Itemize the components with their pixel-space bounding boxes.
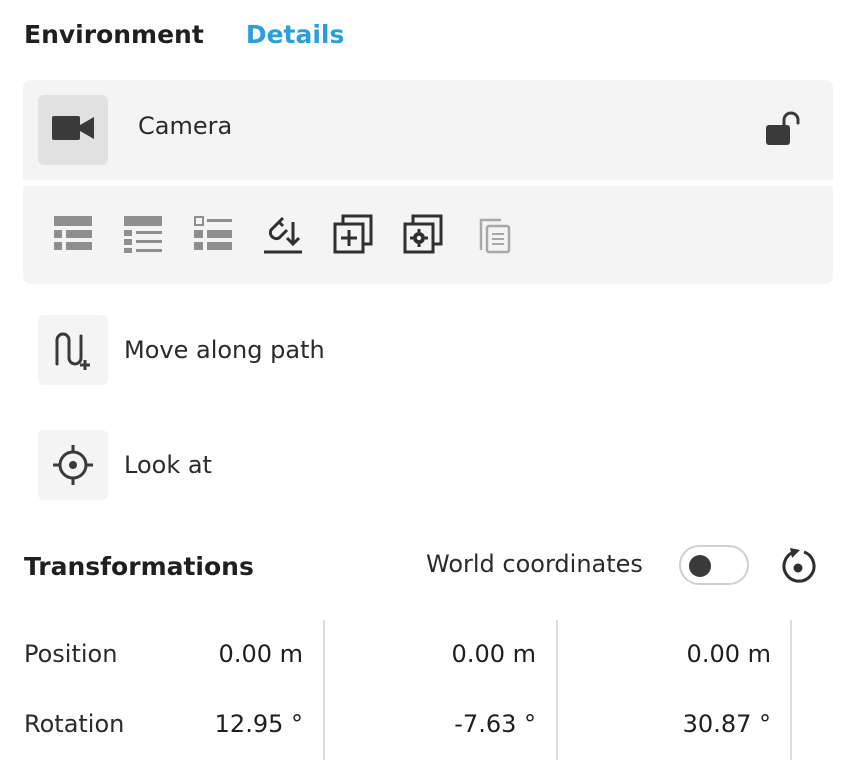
list-detail-icon[interactable] [121,212,165,256]
duplicate-add-icon[interactable] [331,212,375,256]
tab-details[interactable]: Details [246,20,345,49]
move-along-path-label: Move along path [124,336,325,364]
column-divider [790,620,792,760]
toggle-knob [689,555,711,577]
path-add-icon [38,315,108,385]
object-header-card: Camera [23,80,833,180]
world-coordinates-label: World coordinates [426,550,643,578]
target-icon [38,430,108,500]
column-divider [556,620,558,760]
transformations-title: Transformations [24,552,254,581]
list-view-icon[interactable] [51,212,95,256]
rotation-z-value[interactable]: 30.87 ° [571,710,771,738]
look-at-label: Look at [124,451,212,479]
object-toolbar [23,186,833,284]
rotation-y-value[interactable]: -7.63 ° [336,710,536,738]
position-x-value[interactable]: 0.00 m [103,640,303,668]
reset-transform-icon[interactable] [777,545,819,587]
duplicate-settings-icon[interactable] [401,212,445,256]
position-y-value[interactable]: 0.00 m [336,640,536,668]
column-divider [323,620,325,760]
unlock-icon[interactable] [763,110,803,150]
object-type-button[interactable] [38,95,108,165]
move-along-path-action[interactable]: Move along path [38,315,325,385]
tab-environment[interactable]: Environment [24,20,204,49]
object-name: Camera [138,112,233,140]
magnet-snap-icon[interactable] [261,212,305,256]
list-checkbox-icon[interactable] [191,212,235,256]
position-z-value[interactable]: 0.00 m [571,640,771,668]
look-at-action[interactable]: Look at [38,430,212,500]
rotation-x-value[interactable]: 12.95 ° [103,710,303,738]
paste-icon[interactable] [471,212,515,256]
tab-bar: Environment Details [24,16,344,52]
video-camera-icon [52,114,94,146]
world-coordinates-toggle[interactable] [679,545,749,585]
